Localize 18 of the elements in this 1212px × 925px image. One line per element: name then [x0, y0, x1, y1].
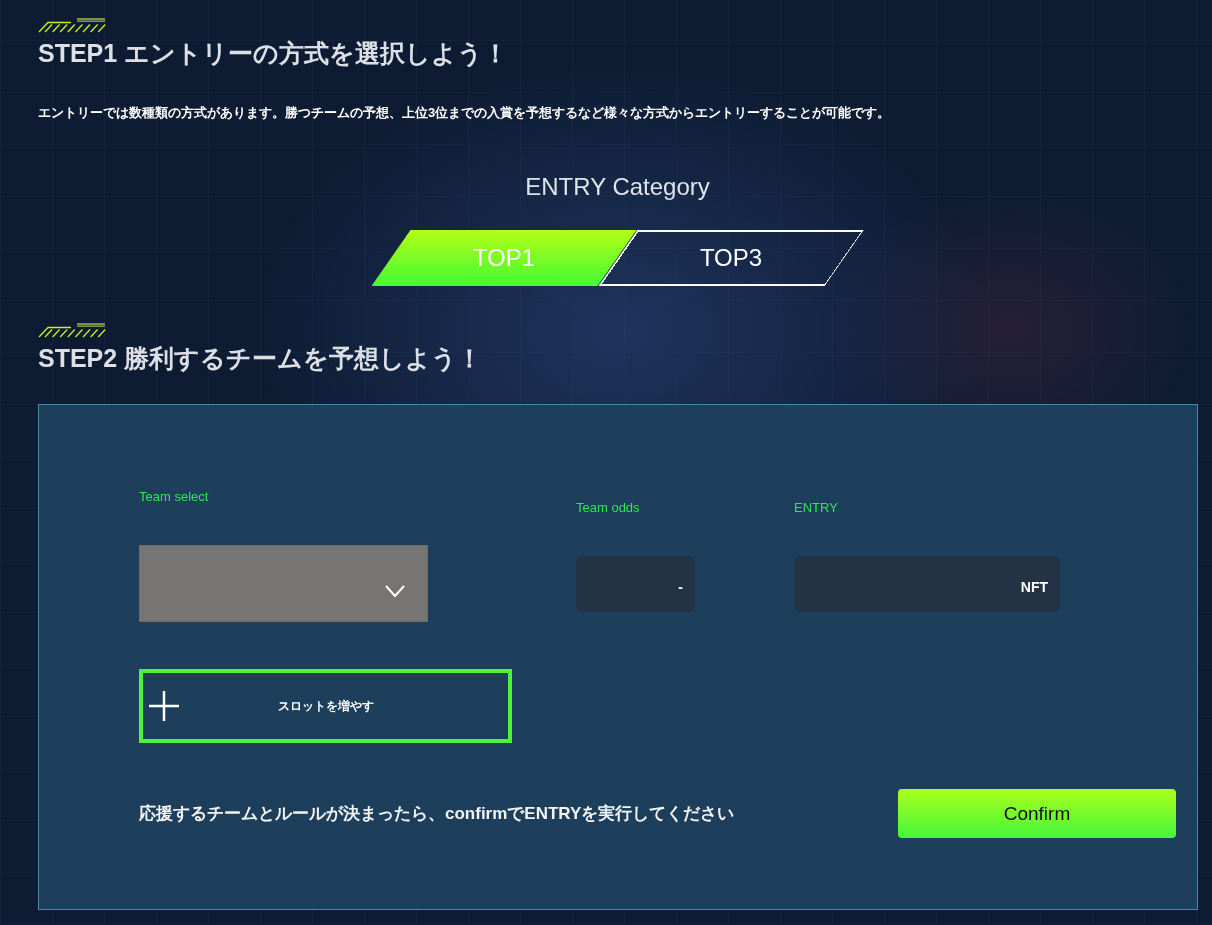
step-description: エントリーでは数種類の方式があります。勝つチームの予想、上位3位までの入賞を予想するなど様々な方式からエントリーすることが可能です。 [38, 104, 891, 122]
category-title: ENTRY Category [525, 172, 710, 202]
confirm-button[interactable]: Confirm [898, 789, 1176, 838]
instruction-text: 応援するチームとルールが決まったら、confirmでENTRYを実行してください [139, 802, 735, 825]
value-field: - [576, 555, 695, 612]
chevron-down-icon [385, 584, 405, 597]
field-label: Team odds [576, 498, 640, 517]
team-select-dropdown[interactable] [139, 545, 428, 622]
add-slot-button[interactable]: スロットを増やす [139, 669, 512, 743]
step-heading: STEP2 勝利するチームを予想しよう！ [38, 343, 483, 374]
step-heading: STEP1 エントリーの方式を選択しよう！ [38, 38, 509, 69]
value-field: NFT [794, 555, 1060, 612]
field-label: ENTRY [794, 498, 838, 517]
stripe-decoration-icon [38, 18, 106, 33]
category-tab[interactable]: TOP3 [598, 230, 864, 286]
stripe-decoration-icon [38, 323, 106, 338]
field-label: Team select [139, 488, 209, 506]
plus-icon [149, 691, 179, 721]
